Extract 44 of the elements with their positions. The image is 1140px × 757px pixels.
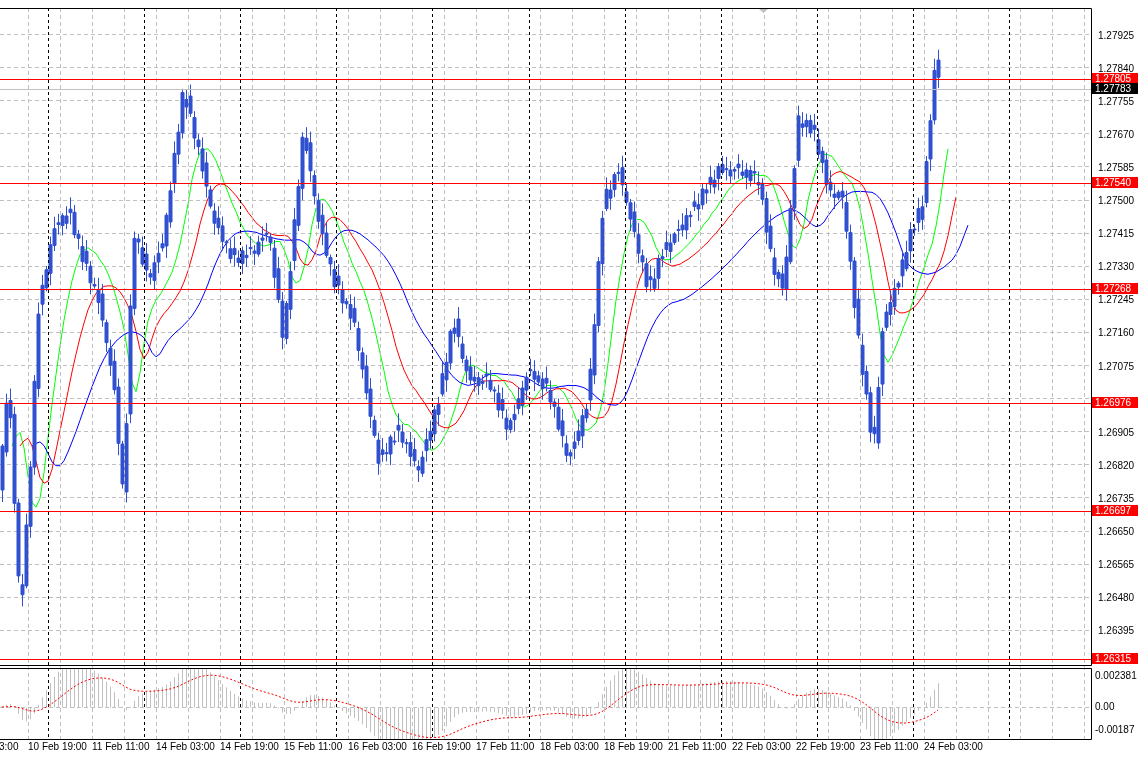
price-tick-label: 1.26735 xyxy=(1098,492,1135,504)
time-label: 11 Feb 11:00 xyxy=(92,741,150,752)
time-label: 22 Feb 03:00 xyxy=(732,741,791,752)
price-tick-label: 1.27670 xyxy=(1098,128,1135,140)
price-tick-label: 1.26565 xyxy=(1098,559,1135,571)
indicator-tick-label: -0.00187 xyxy=(1095,724,1135,735)
price-tick-label: 1.26395 xyxy=(1098,625,1135,637)
price-tick-label: 1.27755 xyxy=(1098,95,1135,107)
price-tick-label: 1.27585 xyxy=(1098,161,1135,173)
time-label: 16 Feb 03:00 xyxy=(348,741,407,752)
price-tick-label: 1.27500 xyxy=(1098,195,1135,206)
time-label: 21 Feb 11:00 xyxy=(668,741,727,752)
time-label: 10 Feb 19:00 xyxy=(28,741,87,752)
price-tick-label: 1.27840 xyxy=(1098,62,1135,74)
price-tick-label: 1.27415 xyxy=(1098,228,1135,240)
price-level-label: 1.27268 xyxy=(1092,283,1138,294)
price-level-label: 1.26315 xyxy=(1092,653,1138,664)
time-label: 22 Feb 19:00 xyxy=(796,741,855,752)
time-label: 18 Feb 19:00 xyxy=(604,741,663,752)
time-label: 18 Feb 03:00 xyxy=(540,741,599,752)
time-label: 3:00 xyxy=(0,741,19,752)
price-tick-label: 1.27160 xyxy=(1098,327,1135,339)
price-level-label: 1.26976 xyxy=(1092,397,1138,408)
time-label: 24 Feb 03:00 xyxy=(924,741,983,752)
current-price-label: 1.27783 xyxy=(1092,83,1138,94)
price-tick-label: 1.27245 xyxy=(1098,294,1135,306)
time-label: 23 Feb 11:00 xyxy=(860,741,919,752)
time-label: 14 Feb 19:00 xyxy=(220,741,279,752)
indicator-tick-label: 0.002381 xyxy=(1095,670,1137,681)
time-label: 14 Feb 03:00 xyxy=(156,741,215,752)
price-tick-label: 1.26480 xyxy=(1098,592,1135,604)
price-level-label: 1.26697 xyxy=(1092,505,1138,516)
price-tick-label: 1.27330 xyxy=(1098,261,1135,273)
indicator-tick-label: 0.00 xyxy=(1095,701,1115,712)
price-tick-label: 1.27925 xyxy=(1098,29,1135,41)
price-tick-label: 1.26650 xyxy=(1098,526,1135,537)
price-level-label: 1.27540 xyxy=(1092,177,1138,188)
chart-shift-marker-icon[interactable] xyxy=(759,9,768,13)
price-tick-label: 1.26905 xyxy=(1098,426,1135,438)
price-tick-label: 1.26820 xyxy=(1098,459,1135,471)
time-label: 17 Feb 11:00 xyxy=(476,741,535,752)
price-tick-label: 1.27075 xyxy=(1098,360,1135,372)
time-label: 15 Feb 11:00 xyxy=(284,741,343,752)
time-label: 16 Feb 19:00 xyxy=(412,741,471,752)
